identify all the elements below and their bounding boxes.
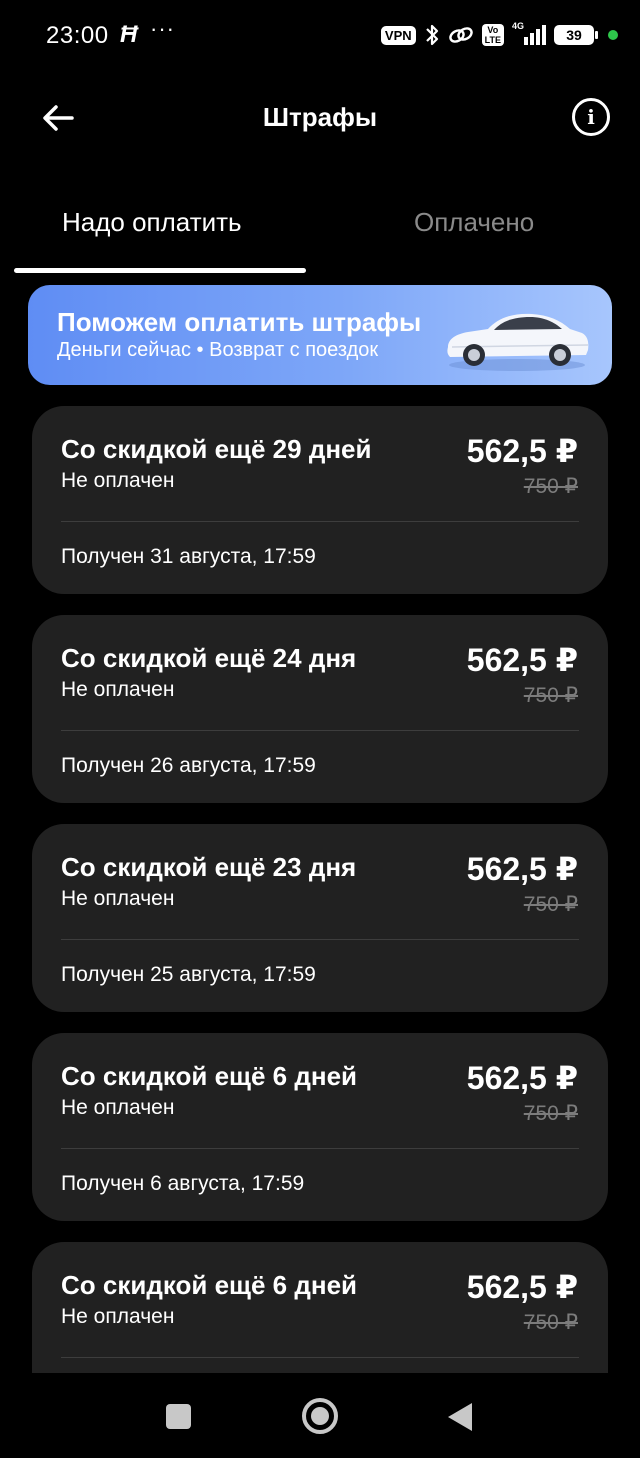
fine-received-date: Получен 26 августа, 17:59: [61, 754, 316, 777]
fine-card[interactable]: Со скидкой ещё 6 дней Не оплачен 562,5 ₽…: [32, 1033, 608, 1221]
car-illustration: [447, 313, 589, 371]
fine-discount-title: Со скидкой ещё 24 дня: [61, 643, 357, 673]
fine-received-date: Получен 25 августа, 17:59: [61, 963, 316, 986]
divider: [61, 939, 579, 940]
fine-card[interactable]: Со скидкой ещё 29 дней Не оплачен 562,5 …: [32, 406, 608, 594]
fine-price: 562,5 ₽: [466, 642, 578, 678]
system-back-button[interactable]: [448, 1403, 472, 1431]
fine-status: Не оплачен: [61, 887, 175, 910]
fine-price: 562,5 ₽: [466, 1269, 578, 1305]
fine-price: 562,5 ₽: [466, 1060, 578, 1096]
fine-old-price: 750 ₽: [523, 684, 578, 707]
system-nav-bar: [0, 1373, 640, 1458]
fine-status: Не оплачен: [61, 1305, 175, 1328]
divider: [61, 521, 579, 522]
fine-old-price: 750 ₽: [523, 893, 578, 916]
fine-card[interactable]: Со скидкой ещё 23 дня Не оплачен 562,5 ₽…: [32, 824, 608, 1012]
screen: 23:00 Ħ ··· VPN Vo LTE 4G 39 Штрафы i На…: [0, 0, 640, 1458]
promo-banner[interactable]: Поможем оплатить штрафы Деньги сейчас • …: [28, 285, 612, 385]
fine-price: 562,5 ₽: [466, 433, 578, 469]
fine-old-price: 750 ₽: [523, 475, 578, 498]
banner-title: Поможем оплатить штрафы: [57, 307, 422, 337]
fine-status: Не оплачен: [61, 678, 175, 701]
divider: [61, 1357, 579, 1358]
fine-status: Не оплачен: [61, 1096, 175, 1119]
fine-discount-title: Со скидкой ещё 29 дней: [61, 434, 372, 464]
fine-card[interactable]: Со скидкой ещё 24 дня Не оплачен 562,5 ₽…: [32, 615, 608, 803]
divider: [61, 730, 579, 731]
fine-price: 562,5 ₽: [466, 851, 578, 887]
fine-card[interactable]: Со скидкой ещё 6 дней Не оплачен 562,5 ₽…: [32, 1242, 608, 1373]
recent-apps-button[interactable]: [166, 1404, 191, 1429]
fine-status: Не оплачен: [61, 469, 175, 492]
scroll-content: Поможем оплатить штрафы Деньги сейчас • …: [0, 0, 640, 1373]
fine-discount-title: Со скидкой ещё 6 дней: [61, 1061, 358, 1091]
divider: [61, 1148, 579, 1149]
fine-old-price: 750 ₽: [523, 1102, 578, 1125]
home-button[interactable]: [302, 1398, 338, 1434]
fine-discount-title: Со скидкой ещё 6 дней: [61, 1270, 358, 1300]
fine-discount-title: Со скидкой ещё 23 дня: [61, 852, 357, 882]
fine-received-date: Получен 6 августа, 17:59: [61, 1172, 305, 1195]
fine-received-date: Получен 31 августа, 17:59: [61, 545, 316, 568]
banner-subtitle: Деньги сейчас • Возврат с поездок: [57, 339, 379, 361]
fine-old-price: 750 ₽: [523, 1311, 578, 1334]
